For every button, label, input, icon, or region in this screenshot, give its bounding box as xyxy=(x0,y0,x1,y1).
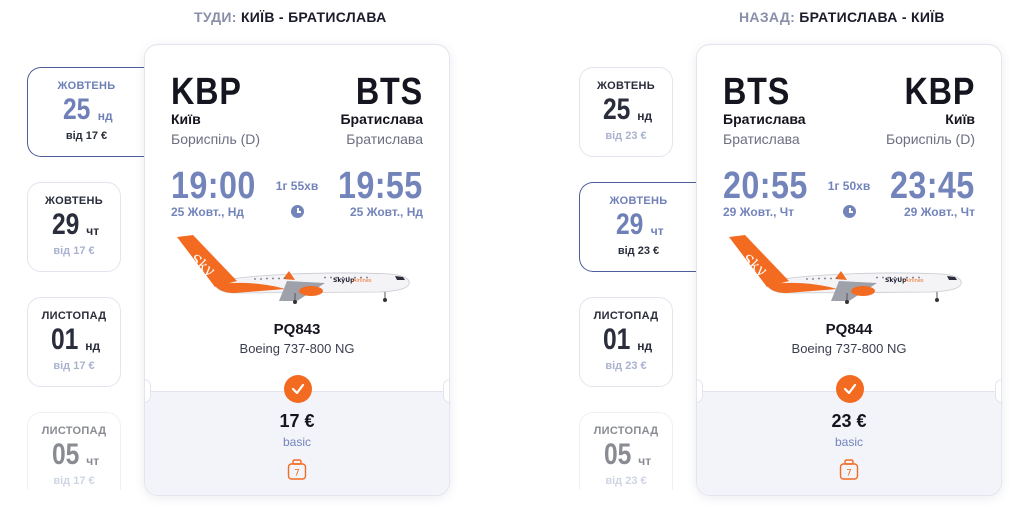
outbound-date-1[interactable]: ЖОВТЕНЬ 29 чт від 17 € xyxy=(27,182,121,272)
clock-icon xyxy=(291,205,304,218)
date-month: ЛИСТОПАД xyxy=(593,310,659,322)
date-month: ЛИСТОПАД xyxy=(41,310,107,322)
flight-number: PQ843 xyxy=(273,321,321,338)
inbound-date-3[interactable]: ЛИСТОПАД 05 чт від 23 € xyxy=(579,412,673,490)
outbound-date-3[interactable]: ЛИСТОПАД 05 чт від 17 € xyxy=(27,412,121,490)
baggage-icon: 7 xyxy=(839,459,859,480)
date-day: 01 xyxy=(602,323,631,356)
departure-city: Братислава xyxy=(723,111,806,127)
arrival-code: BTS xyxy=(355,71,423,113)
airplane-image: Sky SkyUp Airlines xyxy=(729,235,962,304)
date-month: ЖОВТЕНЬ xyxy=(609,195,668,207)
arrival-date: 29 Жовт., Чт xyxy=(903,205,975,219)
aircraft-model: Boeing 737-800 NG xyxy=(239,341,355,356)
aircraft-model: Boeing 737-800 NG xyxy=(791,341,907,356)
date-month: ЖОВТЕНЬ xyxy=(57,80,116,92)
outbound-heading-prefix: ТУДИ: xyxy=(194,9,237,25)
outbound-column: ТУДИ: КИЇВ - БРАТИСЛАВА ЖОВТЕНЬ 25 нд від… xyxy=(0,0,512,506)
baggage-weight: 7 xyxy=(846,469,852,479)
outbound-heading-route: КИЇВ - БРАТИСЛАВА xyxy=(240,9,387,25)
inbound-flight-card[interactable]: BTS KBP Братислава Київ Братислава Борис… xyxy=(696,44,1002,496)
check-icon[interactable] xyxy=(284,375,312,403)
flight-duration: 1г 55хв xyxy=(275,179,319,193)
date-day: 05 xyxy=(51,438,80,471)
card-notch-right xyxy=(995,379,1001,403)
inbound-date-1[interactable]: ЖОВТЕНЬ 29 чт від 23 € xyxy=(579,182,697,272)
date-price: від 17 € xyxy=(53,475,95,487)
date-day: 29 xyxy=(616,208,644,241)
date-weekday: чт xyxy=(86,224,100,238)
outbound-date-0[interactable]: ЖОВТЕНЬ 25 нд від 17 € xyxy=(27,67,145,157)
date-day: 01 xyxy=(50,323,79,356)
check-icon[interactable] xyxy=(836,375,864,403)
departure-date: 25 Жовт., Нд xyxy=(171,205,245,219)
date-month: ЖОВТЕНЬ xyxy=(597,80,655,92)
flight-duration: 1г 50хв xyxy=(827,179,871,193)
inbound-date-2[interactable]: ЛИСТОПАД 01 нд від 23 € xyxy=(579,297,673,387)
date-weekday: чт xyxy=(638,454,652,468)
date-price: від 17 € xyxy=(53,245,95,257)
inbound-heading: НАЗАД: БРАТИСЛАВА - КИЇВ xyxy=(739,9,945,25)
airplane-image: Sky SkyUp Airlines xyxy=(177,235,410,304)
clock-icon xyxy=(843,205,856,218)
outbound-date-2[interactable]: ЛИСТОПАД 01 нд від 17 € xyxy=(27,297,121,387)
arrival-city: Братислава xyxy=(340,111,423,127)
date-price: від 23 € xyxy=(605,130,647,142)
svg-text:Airlines: Airlines xyxy=(905,278,924,284)
date-month: ЛИСТОПАД xyxy=(593,425,659,437)
departure-airport: Бориспіль (D) xyxy=(171,131,261,147)
date-weekday: нд xyxy=(637,109,653,123)
date-month: ЖОВТЕНЬ xyxy=(45,195,103,207)
date-day: 29 xyxy=(51,208,80,241)
departure-code: BTS xyxy=(723,71,791,113)
date-weekday: нд xyxy=(97,109,113,123)
fare-tariff: basic xyxy=(834,435,863,449)
card-notch-right xyxy=(443,379,449,403)
date-weekday: нд xyxy=(85,339,101,353)
arrival-city: Київ xyxy=(945,111,975,127)
outbound-flight-card[interactable]: KBP BTS Київ Братислава Бориспіль (D) Бр… xyxy=(144,44,450,496)
baggage-icon: 7 xyxy=(287,459,307,480)
baggage-weight: 7 xyxy=(294,469,300,479)
date-day: 25 xyxy=(602,93,631,126)
arrival-airport: Бориспіль (D) xyxy=(885,131,975,147)
date-price: від 17 € xyxy=(53,360,95,372)
arrival-code: KBP xyxy=(904,71,975,113)
inbound-column: НАЗАД: БРАТИСЛАВА - КИЇВ ЖОВТЕНЬ 25 нд ві… xyxy=(552,0,1024,506)
inbound-heading-route: БРАТИСЛАВА - КИЇВ xyxy=(799,9,945,25)
fare-price: 23 € xyxy=(831,411,867,431)
date-weekday: нд xyxy=(637,339,653,353)
date-month: ЛИСТОПАД xyxy=(41,425,107,437)
date-weekday: чт xyxy=(86,454,100,468)
departure-city: Київ xyxy=(171,111,201,127)
departure-code: KBP xyxy=(171,71,242,113)
departure-airport: Братислава xyxy=(723,131,800,147)
fare-price: 17 € xyxy=(279,411,315,431)
departure-date: 29 Жовт., Чт xyxy=(723,205,795,219)
card-notch-left xyxy=(697,379,703,403)
date-price: від 23 € xyxy=(617,245,660,257)
date-weekday: чт xyxy=(650,224,664,238)
outbound-heading: ТУДИ: КИЇВ - БРАТИСЛАВА xyxy=(194,9,387,25)
date-price: від 17 € xyxy=(65,130,108,142)
arrival-date: 25 Жовт., Нд xyxy=(349,205,423,219)
inbound-date-0[interactable]: ЖОВТЕНЬ 25 нд від 23 € xyxy=(579,67,673,157)
inbound-heading-prefix: НАЗАД: xyxy=(739,9,796,25)
date-day: 25 xyxy=(63,93,91,126)
svg-text:Airlines: Airlines xyxy=(353,278,372,284)
fare-tariff: basic xyxy=(282,435,311,449)
card-notch-left xyxy=(145,379,151,403)
arrival-airport: Братислава xyxy=(346,131,423,147)
date-price: від 23 € xyxy=(605,475,647,487)
flight-number: PQ844 xyxy=(825,321,873,338)
date-day: 05 xyxy=(603,438,632,471)
date-price: від 23 € xyxy=(605,360,647,372)
